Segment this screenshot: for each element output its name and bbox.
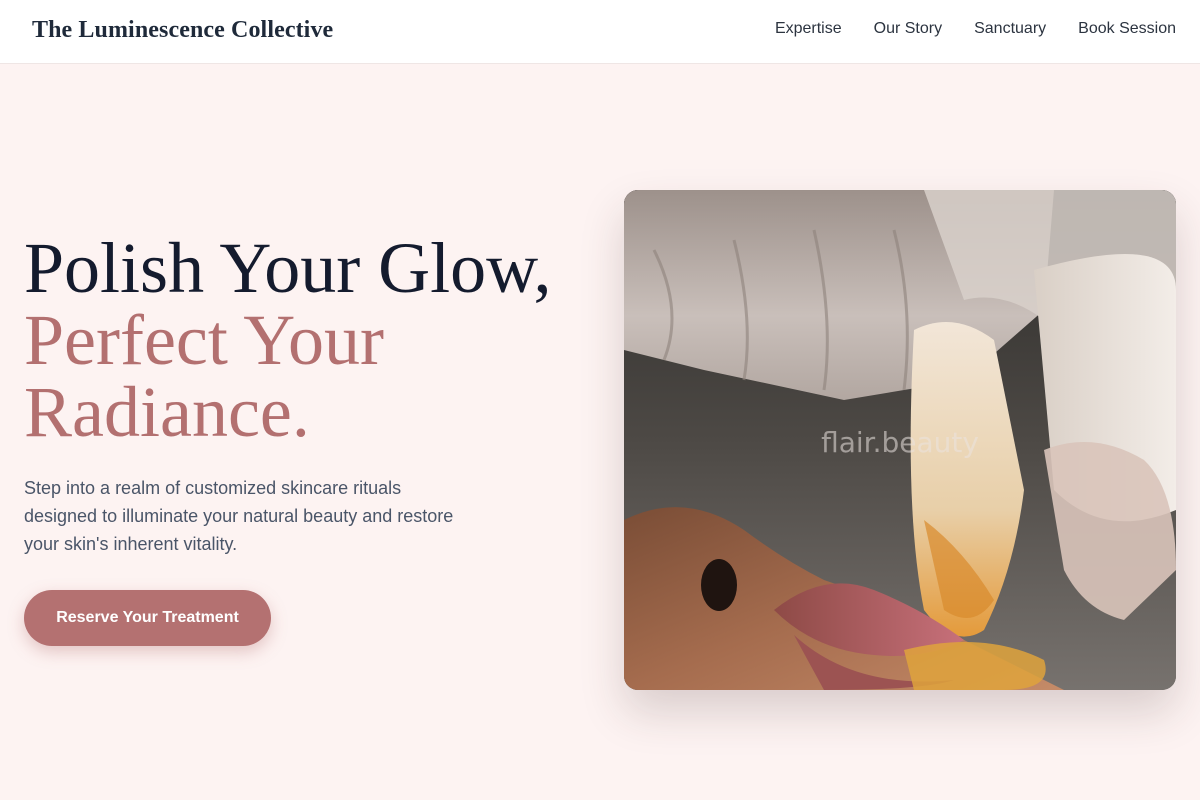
- nav-link-expertise[interactable]: Expertise: [775, 20, 842, 38]
- hero-title: Polish Your Glow, Perfect Your Radiance.: [24, 232, 551, 448]
- hero-title-line-2: Perfect Your: [24, 300, 384, 380]
- site-header: The Luminescence Collective Expertise Ou…: [0, 0, 1200, 64]
- nav-link-sanctuary[interactable]: Sanctuary: [974, 20, 1046, 38]
- hero-title-line-3: Radiance.: [24, 372, 310, 452]
- hero-description: Step into a realm of customized skincare…: [24, 478, 454, 554]
- nav-link-our-story[interactable]: Our Story: [874, 20, 942, 38]
- hero-image: flair.beauty: [624, 190, 1176, 690]
- hero-title-line-1: Polish Your Glow,: [24, 228, 552, 308]
- brand-logo[interactable]: The Luminescence Collective: [32, 17, 333, 44]
- facial-treatment-photo: [624, 190, 1176, 690]
- reserve-treatment-button[interactable]: Reserve Your Treatment: [24, 590, 271, 646]
- nav-link-book-session[interactable]: Book Session: [1078, 20, 1176, 38]
- main-nav: Expertise Our Story Sanctuary Book Sessi…: [775, 20, 1176, 38]
